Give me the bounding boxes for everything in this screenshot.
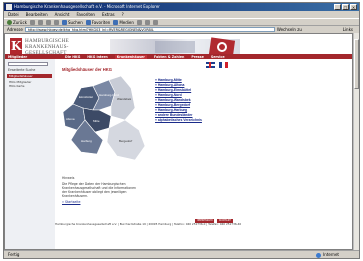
map-label-bergedorf: Bergedorf	[119, 139, 132, 143]
media-icon	[113, 19, 119, 25]
close-button[interactable]: ×	[350, 4, 357, 10]
window-controls: _ □ ×	[334, 4, 357, 10]
web-page: K HAMBURGISCHE KRANKENHAUS- GESELLSCHAFT…	[5, 34, 352, 249]
district-link-list: » Hamburg-Mitte » Hamburg-Altona » Hambu…	[155, 78, 202, 123]
hint-text: Die Pflege der Daten der Hamburgischen K…	[62, 182, 136, 198]
vertical-scrollbar[interactable]	[353, 33, 359, 250]
menu-tools[interactable]: Extras	[102, 11, 115, 18]
star-icon	[85, 19, 91, 25]
sidebar-item-map[interactable]: HKG Karte	[9, 84, 25, 88]
history-button[interactable]	[136, 19, 142, 25]
refresh-button[interactable]	[45, 19, 51, 25]
nav-service[interactable]: Service	[211, 55, 225, 59]
menu-help[interactable]: ?	[122, 11, 124, 18]
menu-edit[interactable]: Bearbeiten	[26, 11, 48, 18]
back-arrow-icon	[7, 19, 12, 25]
stop-icon	[37, 19, 43, 25]
menu-bar: Datei Bearbeiten Ansicht Favoriten Extra…	[4, 11, 363, 18]
back-button[interactable]: Zurück	[7, 19, 27, 25]
map-label-eimsbuettel: Eimsbüttel	[79, 95, 93, 99]
home-link[interactable]: » Startseite	[62, 200, 80, 204]
address-input[interactable]: http://www.hkgev.de/khg_hkg.html?HKG03_l…	[24, 27, 275, 32]
media-button[interactable]: Medien	[113, 19, 134, 25]
advanced-search-link[interactable]: Erweiterte Suche	[8, 68, 50, 72]
browser-window: Hamburgische Krankenhausgesellschaft e.V…	[3, 2, 360, 259]
link-alphabetical-index[interactable]: » alphabetisches Verzeichnis	[155, 118, 202, 123]
status-bar: Fertig Internet	[4, 250, 359, 258]
nav-presse[interactable]: Presse	[191, 55, 203, 59]
hint-heading: Hinweis	[62, 176, 75, 180]
print-button[interactable]	[152, 19, 158, 25]
page-content: K HAMBURGISCHE KRANKENHAUS- GESELLSCHAFT…	[4, 33, 353, 250]
nav-krankenhaeuser[interactable]: Krankenhäuser	[114, 54, 147, 59]
district-map[interactable]: Altona Eimsbüttel Hamburg-Nord Wandsbek …	[59, 74, 147, 169]
french-flag-icon[interactable]	[219, 62, 228, 68]
toolbar: Zurück Suchen Favoriten Medien	[4, 18, 359, 26]
stop-button[interactable]	[37, 19, 43, 25]
hkg-logo[interactable]: K	[10, 38, 22, 55]
globe-icon	[316, 252, 322, 258]
mail-icon	[144, 19, 150, 25]
refresh-icon	[45, 19, 51, 25]
address-label: Adresse	[7, 27, 23, 32]
maximize-button[interactable]: □	[342, 4, 349, 10]
home-icon	[53, 19, 59, 25]
site-header: K HAMBURGISCHE KRANKENHAUS- GESELLSCHAFT	[5, 36, 352, 58]
sidebar: Erweiterte Suche Mitgliedshäuser HKG Mit…	[5, 59, 55, 249]
english-flag-icon[interactable]	[206, 62, 215, 68]
sidebar-header: Mitgliedshäuser	[7, 74, 52, 78]
mail-button[interactable]	[144, 19, 150, 25]
scrollbar-thumb[interactable]	[354, 39, 359, 89]
security-zone: Internet	[316, 251, 339, 259]
minimize-button[interactable]: _	[334, 4, 341, 10]
address-bar: Adresse http://www.hkgev.de/khg_hkg.html…	[4, 26, 359, 33]
print-icon	[152, 19, 158, 25]
favorites-button[interactable]: Favoriten	[85, 19, 110, 25]
history-icon	[136, 19, 142, 25]
title-bar: Hamburgische Krankenhausgesellschaft e.V…	[4, 3, 359, 11]
menu-favorites[interactable]: Favoriten	[76, 11, 95, 18]
home-button[interactable]	[53, 19, 59, 25]
logo-k-icon: K	[11, 39, 22, 53]
menu-view[interactable]: Ansicht	[55, 11, 70, 18]
ie-icon	[6, 4, 12, 10]
map-label-harburg: Harburg	[81, 139, 92, 143]
building-image	[155, 41, 195, 53]
nav-die-hkg[interactable]: Die HKG	[65, 55, 80, 59]
forward-arrow-icon	[29, 19, 35, 25]
nav-fakten-zahlen[interactable]: Fakten & Zahlen	[154, 55, 184, 59]
map-label-altona: Altona	[66, 117, 75, 121]
main-nav: Mitglieder Die HKG HKG intern Krankenhäu…	[5, 54, 352, 59]
search-input[interactable]	[8, 62, 48, 66]
map-label-mitte: Mitte	[93, 119, 100, 123]
go-button[interactable]: Wechseln zu	[277, 27, 302, 32]
emblem-icon	[217, 42, 227, 52]
forward-button[interactable]	[29, 19, 35, 25]
map-label-wandsbek: Wandsbek	[117, 97, 132, 101]
status-text: Fertig	[8, 252, 20, 257]
links-button[interactable]: Links	[343, 27, 359, 32]
nav-hkg-intern[interactable]: HKG intern	[87, 55, 107, 59]
window-title: Hamburgische Krankenhausgesellschaft e.V…	[14, 4, 160, 9]
footer-address: Hamburgische Krankenhausgesellschaft e.V…	[55, 222, 242, 226]
nav-members[interactable]: Mitglieder	[5, 55, 58, 59]
menu-file[interactable]: Datei	[8, 11, 19, 18]
search-button[interactable]: Suchen	[61, 19, 83, 25]
search-icon	[61, 19, 67, 25]
page-title: Mitgliedshäuser der HKG	[62, 67, 113, 72]
